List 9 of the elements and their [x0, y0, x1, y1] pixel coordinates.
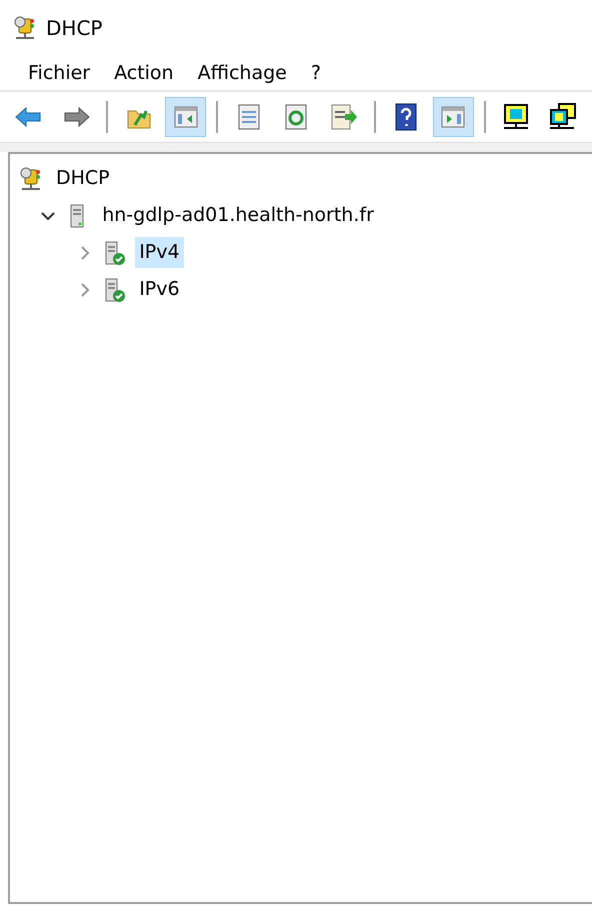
menu-item[interactable]: Action — [102, 56, 186, 90]
menu-item[interactable]: Affichage — [186, 56, 299, 90]
menu-item[interactable]: ? — [298, 56, 333, 90]
menu-item[interactable]: Fichier — [16, 56, 102, 90]
tree-item[interactable]: IPv6 — [135, 274, 184, 305]
tree-item[interactable]: DHCP — [52, 163, 114, 194]
tree-item[interactable]: IPv4 — [135, 237, 184, 268]
tree-item[interactable]: hn-gdlp-ad01.health-north.fr — [98, 200, 378, 231]
window-title: DHCP — [46, 15, 102, 42]
